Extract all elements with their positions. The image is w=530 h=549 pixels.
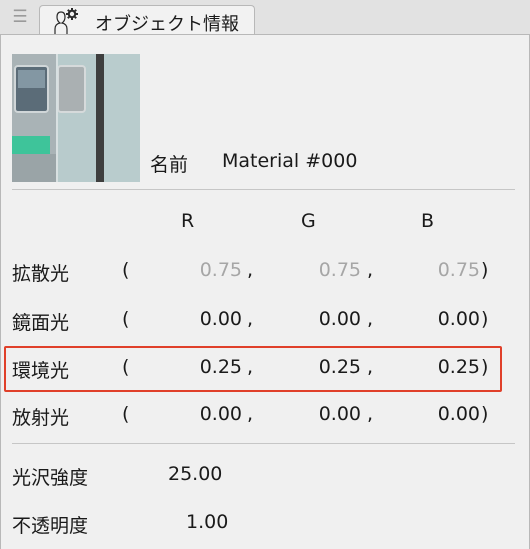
emissive-b-field[interactable]: 0.00: [424, 403, 480, 425]
open-paren: (: [122, 403, 130, 425]
close-paren: ): [481, 403, 489, 425]
comma: ,: [247, 308, 254, 330]
specular-label: 鏡面光: [12, 312, 70, 334]
specular-b-field[interactable]: 0.00: [424, 308, 480, 330]
column-header-b: B: [421, 210, 435, 232]
comma: ,: [367, 308, 374, 330]
ambient-r-field[interactable]: 0.25: [186, 356, 242, 378]
person-gear-icon: [54, 8, 78, 34]
diffuse-g-field[interactable]: 0.75: [305, 259, 361, 281]
emissive-g-field[interactable]: 0.00: [305, 403, 361, 425]
emissive-label: 放射光: [12, 407, 70, 429]
close-paren: ): [481, 356, 489, 378]
divider: [12, 443, 515, 444]
tab-object-info[interactable]: オブジェクト情報: [39, 5, 255, 35]
divider: [12, 189, 515, 190]
diffuse-b-field[interactable]: 0.75: [424, 259, 480, 281]
material-thumbnail: [12, 54, 140, 182]
tab-title: オブジェクト情報: [95, 14, 239, 35]
tab-bar: ☰ オブジェクト情報: [0, 0, 530, 35]
comma: ,: [367, 403, 374, 425]
name-label: 名前: [150, 154, 189, 176]
ambient-g-field[interactable]: 0.25: [305, 356, 361, 378]
diffuse-r-field[interactable]: 0.75: [186, 259, 242, 281]
material-name-field[interactable]: Material #000: [222, 150, 357, 172]
ambient-b-field[interactable]: 0.25: [424, 356, 480, 378]
specular-r-field[interactable]: 0.00: [186, 308, 242, 330]
shininess-field[interactable]: 25.00: [168, 463, 222, 485]
opacity-field[interactable]: 1.00: [186, 511, 228, 533]
comma: ,: [247, 259, 254, 281]
ambient-label: 環境光: [12, 360, 70, 382]
close-paren: ): [481, 259, 489, 281]
comma: ,: [247, 403, 254, 425]
column-header-g: G: [301, 210, 316, 232]
opacity-label: 不透明度: [12, 515, 89, 537]
comma: ,: [367, 356, 374, 378]
column-header-r: R: [181, 210, 195, 232]
diffuse-label: 拡散光: [12, 263, 70, 285]
open-paren: (: [122, 356, 130, 378]
specular-g-field[interactable]: 0.00: [305, 308, 361, 330]
close-paren: ): [481, 308, 489, 330]
open-paren: (: [122, 259, 130, 281]
shininess-label: 光沢強度: [12, 467, 89, 489]
comma: ,: [247, 356, 254, 378]
comma: ,: [367, 259, 374, 281]
open-paren: (: [122, 308, 130, 330]
hamburger-icon[interactable]: ☰: [10, 7, 30, 27]
emissive-r-field[interactable]: 0.00: [186, 403, 242, 425]
